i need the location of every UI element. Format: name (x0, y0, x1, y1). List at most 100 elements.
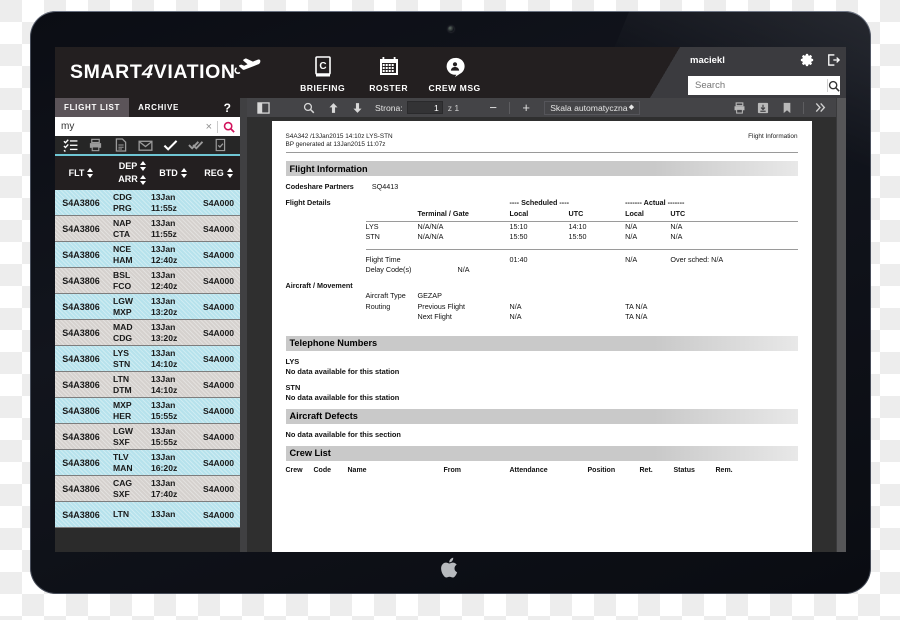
flight-row[interactable]: S4A3806 LTN 13Jan S4A000 (55, 502, 240, 528)
departure-arrival: BSL FCO (113, 269, 132, 291)
bookmark-icon[interactable] (775, 99, 799, 116)
envelope-icon[interactable] (134, 136, 157, 154)
search-icon[interactable] (828, 80, 840, 92)
registration: S4A000 (202, 353, 235, 364)
previous-flight-value: N/A (509, 301, 522, 311)
gear-icon[interactable] (794, 47, 820, 73)
flight-row[interactable]: S4A3806 NAP CTA 13Jan 11:55z S4A000 (55, 216, 240, 242)
check-icon[interactable] (159, 136, 182, 154)
station-row: STN N/A/N/A 15:50 15:50 N/A N/A (286, 232, 798, 243)
flight-row[interactable]: S4A3806 LGW MXP 13Jan 13:20z S4A000 (55, 294, 240, 320)
nav-item-briefing[interactable]: C BRIEFING (290, 53, 356, 93)
printer-icon[interactable] (727, 99, 751, 116)
column-header-flt[interactable]: FLT (55, 156, 107, 190)
find-icon[interactable] (297, 99, 321, 116)
pdf-viewer-canvas[interactable]: S4A342 /13Jan2015 14:10z LYS-STN BP gene… (247, 117, 836, 552)
flight-filter[interactable]: × (55, 117, 240, 136)
nav-item-crew-msg[interactable]: CREW MSG (422, 53, 488, 93)
crew-column-header: Crew (285, 466, 303, 474)
flight-row[interactable]: S4A3806 CDG PRG 13Jan 11:55z S4A000 (55, 190, 240, 216)
crew-message-icon (444, 55, 466, 80)
departure-arrival: NCE HAM (113, 243, 133, 265)
flight-filter-input[interactable] (55, 121, 201, 132)
clear-filter-icon[interactable]: × (201, 121, 217, 133)
sort-icon-dep[interactable] (140, 161, 146, 171)
flight-number: S4A3806 (62, 431, 100, 442)
flight-row[interactable]: S4A3806 TLV MAN 13Jan 16:20z S4A000 (55, 450, 240, 476)
tab-archive[interactable]: ARCHIVE (129, 98, 188, 117)
help-button[interactable]: ? (224, 98, 240, 117)
page-label: Strona: (375, 102, 403, 113)
list-scrollbar[interactable] (240, 98, 247, 552)
svg-text:C: C (319, 61, 326, 72)
registration: S4A000 (202, 223, 235, 234)
nav-item-roster[interactable]: ROSTER (356, 53, 422, 93)
arrow-up-icon[interactable] (321, 99, 345, 116)
crew-column-header: Name (347, 466, 367, 474)
zoom-in-button[interactable]: + (514, 99, 538, 116)
printer-icon[interactable] (84, 136, 107, 154)
filter-search-icon[interactable] (218, 121, 240, 133)
sidebar-toggle-icon[interactable] (251, 99, 275, 116)
column-header-btd[interactable]: BTD (149, 156, 197, 190)
sort-icon-arr[interactable] (140, 175, 146, 185)
flight-row[interactable]: S4A3806 BSL FCO 13Jan 12:40z S4A000 (55, 268, 240, 294)
btd: 13Jan (151, 509, 176, 519)
sort-icon-flt[interactable] (87, 168, 94, 178)
aircraft-type-row: Aircraft Type GEZAP (286, 291, 798, 302)
doc-header-generated: BP generated at 13Jan2015 11:07z (285, 141, 386, 148)
column-header-dep-arr[interactable]: DEP ARR (107, 156, 149, 190)
station-actual-utc: N/A (670, 232, 683, 241)
tablet-screen: SMART4VIATION C BRIEFING ROSTER CREW MSG… (55, 47, 846, 552)
double-check-icon[interactable] (184, 136, 207, 154)
flight-row[interactable]: S4A3806 MAD CDG 13Jan 13:20z S4A000 (55, 320, 240, 346)
col-terminal-gate: Terminal / Gate (417, 208, 469, 218)
document-icon[interactable] (109, 136, 132, 154)
document-scrollbar[interactable] (836, 98, 846, 552)
search-input[interactable] (688, 80, 827, 91)
delay-codes-row: Delay Code(s) N/A (286, 265, 798, 276)
zoom-out-button[interactable]: − (481, 99, 505, 116)
flight-row[interactable]: S4A3806 CAG SXF 13Jan 17:40z S4A000 (55, 476, 240, 502)
sort-icon-reg[interactable] (226, 168, 233, 178)
document-check-icon[interactable] (209, 136, 232, 154)
column-header-reg[interactable]: REG (197, 156, 240, 190)
nav-label-crew-msg: CREW MSG (428, 82, 481, 93)
crew-column-header: Code (313, 466, 332, 474)
flight-row[interactable]: S4A3806 LTN DTM 13Jan 14:10z S4A000 (55, 372, 240, 398)
station-terminal-gate: N/A/N/A (417, 232, 444, 241)
over-sched: Over sched: N/A (670, 254, 724, 264)
flight-number: S4A3806 (62, 249, 100, 260)
download-icon[interactable] (751, 99, 775, 116)
zoom-scale-select[interactable]: Skala automatyczna ◆ (544, 100, 641, 115)
crew-column-header: From (443, 466, 462, 474)
page-number-input[interactable]: 1 (406, 101, 443, 114)
apple-logo-icon (440, 557, 457, 578)
station-actual-utc: N/A (670, 221, 683, 231)
flight-row[interactable]: S4A3806 MXP HER 13Jan 15:55z S4A000 (55, 398, 240, 424)
flight-time-row: Flight Time 01:40 N/A Over sched: N/A (286, 255, 798, 266)
departure-arrival: CAG SXF (113, 477, 133, 499)
header-user-area: maciekl (680, 47, 846, 98)
checklist-icon[interactable] (59, 136, 82, 154)
nav-label-briefing: BRIEFING (300, 82, 346, 93)
flight-details-label: Flight Details (285, 198, 331, 207)
flight-number: S4A3806 (62, 405, 100, 416)
doc-header-title: Flight Information (748, 133, 798, 140)
flight-time-value: 01:40 (509, 254, 528, 264)
departure-arrival: MXP HER (113, 399, 132, 421)
chevron-double-right-icon[interactable] (808, 99, 832, 116)
aircraft-movement-label: Aircraft / Movement (285, 280, 353, 290)
logout-icon[interactable] (820, 47, 846, 73)
brand-logo[interactable]: SMART4VIATION (55, 57, 262, 84)
arrow-down-icon[interactable] (345, 99, 369, 116)
tab-flight-list[interactable]: FLIGHT LIST (55, 98, 130, 117)
sort-icon-btd[interactable] (180, 168, 187, 178)
global-search[interactable] (688, 76, 840, 95)
flight-row[interactable]: S4A3806 LYS STN 13Jan 14:10z S4A000 (55, 346, 240, 372)
col-actual-local: Local (625, 208, 644, 218)
flight-row[interactable]: S4A3806 NCE HAM 13Jan 12:40z S4A000 (55, 242, 240, 268)
registration: S4A000 (202, 457, 235, 468)
flight-row[interactable]: S4A3806 LGW SXF 13Jan 15:55z S4A000 (55, 424, 240, 450)
crew-column-header: Status (673, 466, 695, 474)
